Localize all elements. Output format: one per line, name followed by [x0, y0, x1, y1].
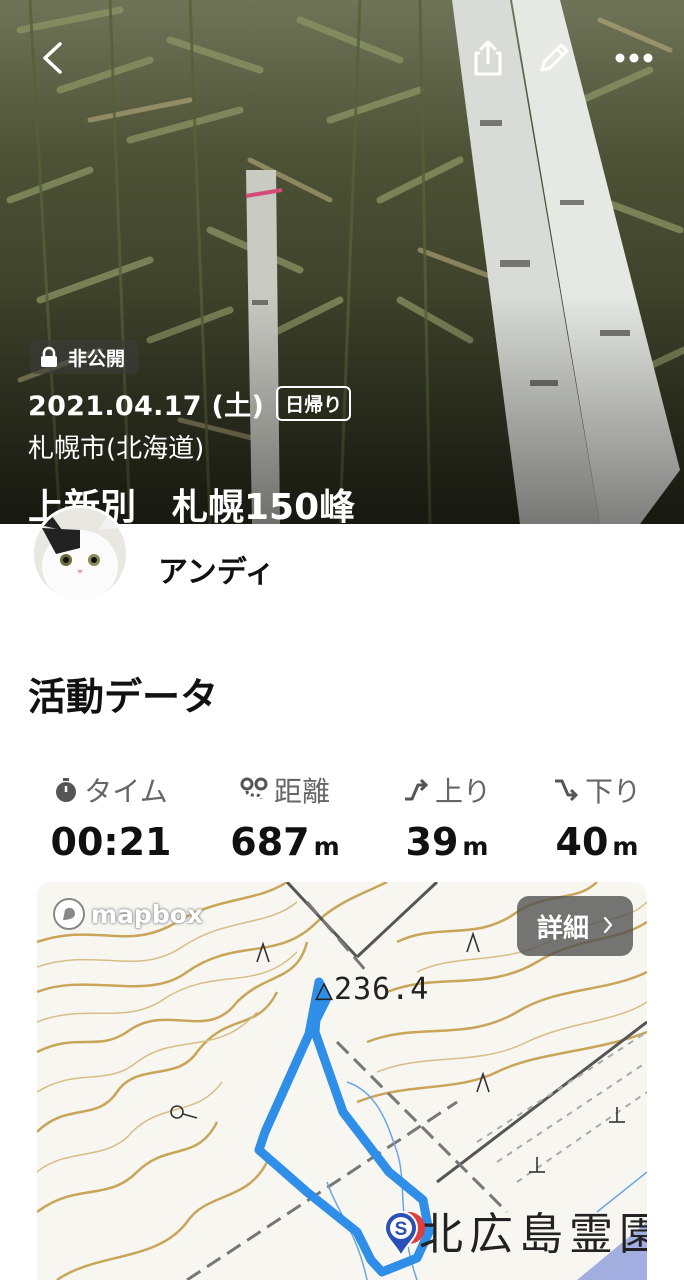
stat-time: タイム 00:21	[26, 770, 196, 864]
elevation-label: △236.4	[315, 972, 430, 1007]
route-map[interactable]: mapbox 詳細 △236.4 北広島霊園 S	[37, 882, 647, 1280]
stat-descent: 下り 40 m	[512, 770, 682, 864]
activity-date-row: 2021.04.17 (土) 日帰り	[28, 384, 352, 423]
mapbox-attribution[interactable]: mapbox	[51, 896, 203, 932]
stat-descent-value: 40	[555, 820, 609, 864]
details-label: 詳細	[536, 913, 589, 944]
descent-icon	[553, 778, 579, 802]
chevron-left-icon	[43, 42, 62, 74]
stat-distance-value: 687	[230, 820, 310, 864]
start-pin-icon: S	[383, 1211, 425, 1259]
share-button[interactable]	[466, 36, 510, 80]
trip-type-badge: 日帰り	[276, 386, 352, 421]
mapbox-label: mapbox	[91, 899, 204, 929]
mapbox-logo-icon	[51, 896, 87, 932]
start-marker[interactable]: S	[381, 1208, 427, 1264]
stat-time-label: タイム	[84, 775, 168, 808]
activity-section-title: 活動データ	[28, 675, 219, 719]
edit-button[interactable]	[532, 36, 576, 80]
pencil-icon	[540, 43, 569, 72]
place-label: 北広島霊園	[419, 1209, 647, 1260]
cat-avatar-image	[34, 508, 126, 600]
privacy-label: 非公開	[68, 347, 126, 370]
stat-distance: 距離 687 m	[200, 770, 370, 864]
stat-descent-unit: m	[612, 832, 639, 861]
map-details-button[interactable]: 詳細	[517, 896, 633, 956]
lock-icon	[40, 346, 58, 368]
stat-ascent-label: 上り	[434, 775, 491, 808]
activity-stats: タイム 00:21 距離 687 m 上り 39 m 下り 40 m	[0, 770, 684, 870]
stat-descent-label: 下り	[584, 775, 641, 808]
username[interactable]: アンディ	[158, 547, 275, 591]
privacy-badge: 非公開	[30, 340, 140, 374]
activity-date: 2021.04.17 (土)	[28, 391, 265, 422]
activity-location: 札幌市(北海道)	[28, 434, 205, 464]
more-button[interactable]	[612, 36, 656, 80]
route-icon	[240, 777, 268, 803]
stat-time-value: 00:21	[50, 820, 172, 864]
ascent-icon	[403, 778, 429, 802]
stat-ascent-unit: m	[462, 832, 489, 861]
avatar[interactable]	[34, 508, 126, 600]
share-icon	[474, 40, 502, 76]
stat-distance-unit: m	[313, 832, 340, 861]
stat-ascent-value: 39	[405, 820, 459, 864]
start-marker-letter: S	[395, 1219, 408, 1240]
stat-ascent: 上り 39 m	[362, 770, 532, 864]
stat-distance-label: 距離	[273, 775, 330, 808]
stopwatch-icon	[54, 777, 78, 803]
more-dots-icon	[615, 53, 653, 63]
back-button[interactable]	[30, 36, 74, 80]
chevron-right-icon	[603, 911, 613, 941]
